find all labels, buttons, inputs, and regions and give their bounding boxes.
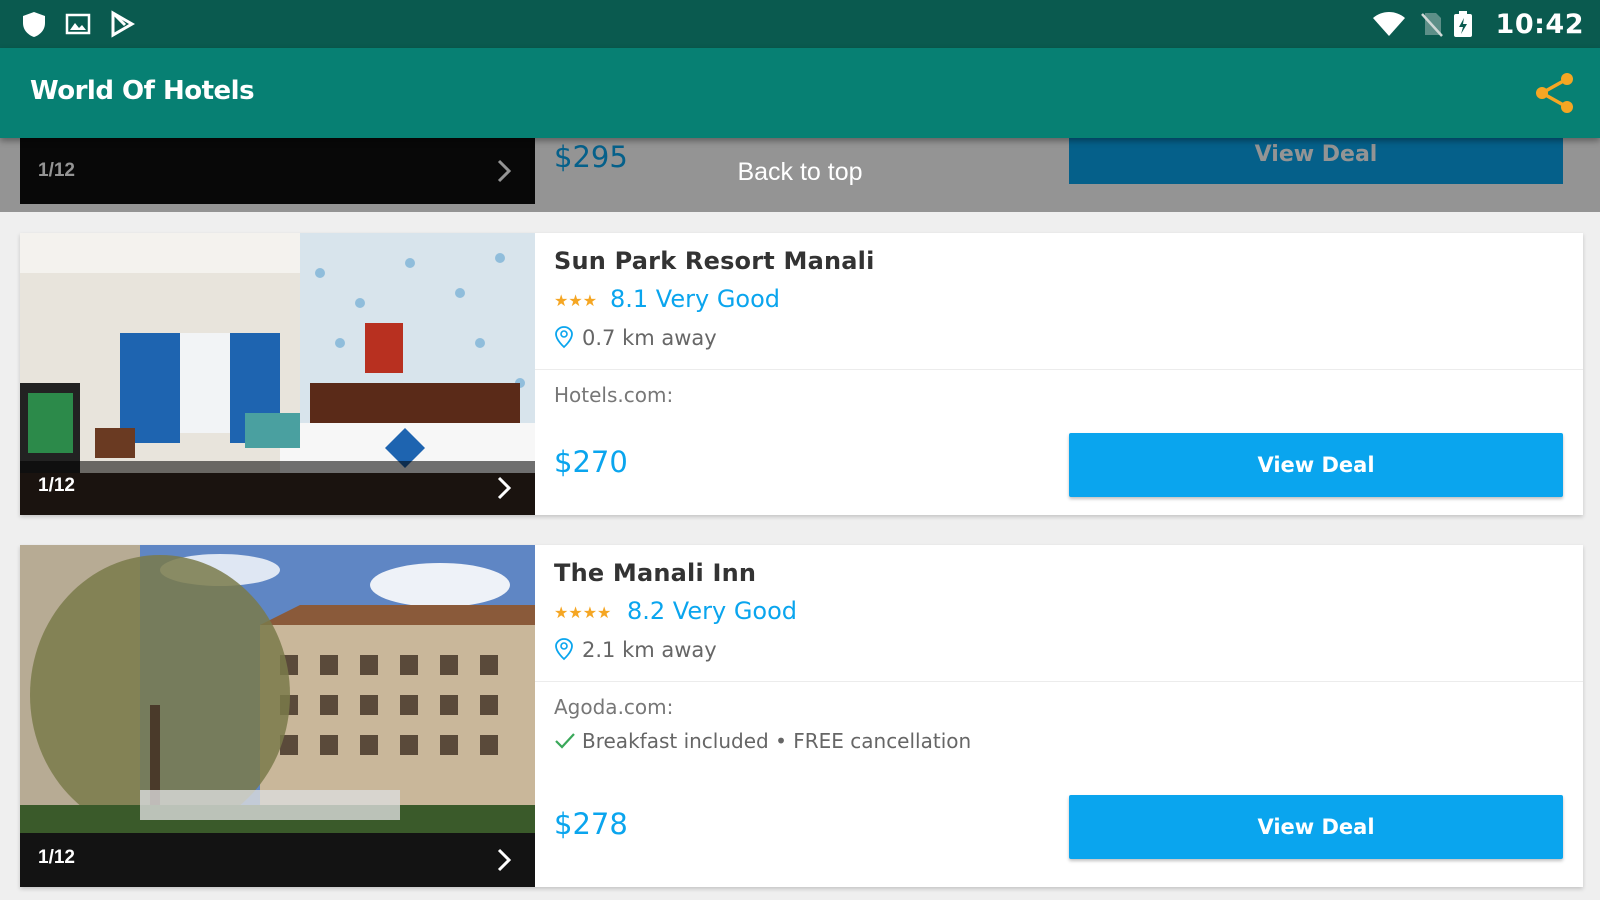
chevron-right-icon[interactable] xyxy=(493,847,515,873)
share-icon[interactable] xyxy=(1532,70,1578,116)
star-rating: ★★★ xyxy=(554,293,598,310)
wifi-icon xyxy=(1373,12,1405,36)
review-score: 8.1 Very Good xyxy=(610,285,781,313)
play-store-icon xyxy=(111,10,135,38)
image-footer: 1/12 xyxy=(20,461,535,515)
shield-icon xyxy=(23,12,45,37)
location-pin-icon xyxy=(555,638,573,661)
distance: 2.1 km away xyxy=(582,638,717,662)
view-deal-button[interactable]: View Deal xyxy=(1069,795,1563,859)
divider xyxy=(535,369,1583,370)
hotel-name[interactable]: The Manali Inn xyxy=(554,559,756,587)
perks: Breakfast included • FREE cancellation xyxy=(582,729,972,753)
provider: Hotels.com: xyxy=(554,383,674,407)
distance: 0.7 km away xyxy=(582,326,717,350)
hotel-name[interactable]: Sun Park Resort Manali xyxy=(554,247,875,275)
image-counter: 1/12 xyxy=(38,475,75,496)
no-sim-icon xyxy=(1421,13,1443,37)
status-bar: 10:42 xyxy=(0,0,1600,48)
back-to-top-button[interactable]: Back to top xyxy=(700,158,900,187)
image-counter: 1/12 xyxy=(38,847,75,868)
chevron-right-icon[interactable] xyxy=(493,475,515,501)
app-title: World Of Hotels xyxy=(30,76,255,106)
app-bar: World Of Hotels xyxy=(0,48,1600,138)
check-icon xyxy=(555,733,575,749)
hotel-price: $270 xyxy=(554,445,628,479)
hotel-image[interactable]: 1/12 xyxy=(20,233,535,515)
battery-icon xyxy=(1454,11,1472,37)
hotel-image[interactable]: 1/12 xyxy=(20,545,535,887)
image-footer: 1/12 xyxy=(20,833,535,887)
provider: Agoda.com: xyxy=(554,695,674,719)
hotel-price: $278 xyxy=(554,807,628,841)
view-deal-button[interactable]: View Deal xyxy=(1069,433,1563,497)
image-icon xyxy=(65,13,91,35)
star-rating: ★★★★ xyxy=(554,605,612,622)
divider xyxy=(535,681,1583,682)
hotel-card[interactable]: 1/12 Sun Park Resort Manali ★★★ 8.1 Very… xyxy=(20,233,1583,515)
clock: 10:42 xyxy=(1495,9,1584,40)
review-score: 8.2 Very Good xyxy=(627,597,798,625)
location-pin-icon xyxy=(555,326,573,349)
hotel-card[interactable]: 1/12 The Manali Inn ★★★★ 8.2 Very Good 2… xyxy=(20,545,1583,887)
